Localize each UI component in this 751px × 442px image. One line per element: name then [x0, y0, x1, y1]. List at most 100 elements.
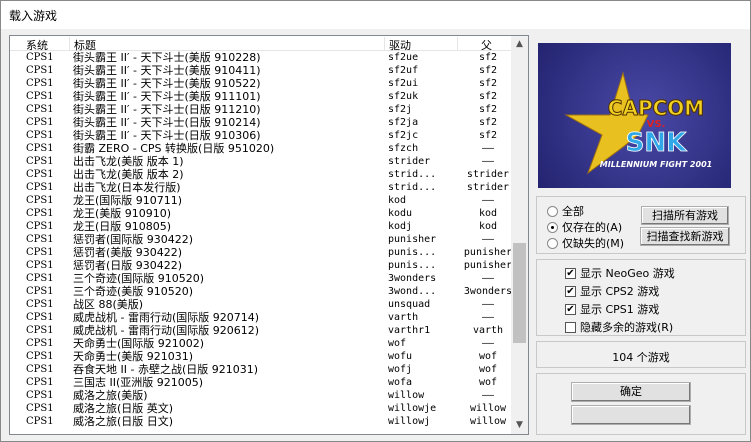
checkbox-hide-extra[interactable]: 隐藏多余的游戏(R) — [565, 319, 673, 335]
cell-parent: —— — [481, 156, 495, 167]
checkbox-cps1[interactable]: ✔ 显示 CPS1 游戏 — [565, 301, 659, 317]
game-list[interactable]: 系统 标题 驱动 父 CPS1 街头霸王 II′ - 天下斗士(美版 910228… — [9, 35, 529, 435]
radio-selected-icon[interactable] — [547, 221, 558, 233]
table-row[interactable]: CPS1 天命勇士(美版 921031) wofu wof — [10, 350, 512, 363]
checkbox-checked-icon[interactable]: ✔ — [565, 285, 576, 297]
cell-parent: sf2 — [478, 91, 498, 102]
cell-system: CPS1 — [26, 52, 54, 63]
column-title[interactable]: 标题 — [70, 37, 385, 52]
cell-driver: sf2uk — [388, 91, 419, 102]
load-game-dialog: 载入游戏 系统 标题 驱动 父 CPS1 街头霸王 II′ - 天下斗士(美版 9… — [0, 0, 751, 442]
table-row[interactable]: CPS1 战区 88(美版) unsquad —— — [10, 298, 512, 311]
table-row[interactable]: CPS1 街头霸王 II′ - 天下斗士(美版 910522) sf2ui sf2 — [10, 77, 512, 90]
table-row[interactable]: CPS1 龙王(美版 910910) kodu kod — [10, 207, 512, 220]
scroll-thumb[interactable] — [513, 243, 526, 344]
cell-system: CPS1 — [26, 416, 54, 427]
table-row[interactable]: CPS1 惩罚者(国际版 930422) punisher —— — [10, 233, 512, 246]
ok-button[interactable]: 确定 — [571, 382, 691, 402]
column-system[interactable]: 系统 — [10, 37, 70, 52]
table-row[interactable]: CPS1 吞食天地 II - 赤壁之战(日版 921031) wofj wof — [10, 363, 512, 376]
checkbox-label: 显示 NeoGeo 游戏 — [580, 267, 675, 280]
checkbox-checked-icon[interactable]: ✔ — [565, 303, 576, 315]
cell-driver: punis... — [388, 247, 437, 258]
checkbox-cps2[interactable]: ✔ 显示 CPS2 游戏 — [565, 283, 659, 299]
cell-system: CPS1 — [26, 195, 54, 206]
scan-all-button[interactable]: 扫描所有游戏 — [641, 206, 729, 225]
table-row[interactable]: CPS1 龙王(国际版 910711) kod —— — [10, 194, 512, 207]
table-row[interactable]: CPS1 龙王(日版 910805) kodj kod — [10, 220, 512, 233]
cell-parent: 3wonders — [463, 286, 513, 297]
cell-parent: sf2 — [478, 52, 498, 63]
cell-parent: —— — [481, 195, 495, 206]
table-row[interactable]: CPS1 街头霸王 II′ - 天下斗士(美版 910228) sf2ue sf2 — [10, 51, 512, 64]
table-row[interactable]: CPS1 威虎战机 - 雷雨行动(国际版 920714) varth —— — [10, 311, 512, 324]
cell-title: 街霸 ZERO - CPS 转换版(日版 951020) — [73, 142, 275, 155]
game-count-box: 104 个游戏 — [536, 341, 746, 368]
cell-parent: —— — [481, 338, 495, 349]
cell-driver: kodj — [388, 221, 413, 232]
radio-existing[interactable]: 仅存在的(A) — [547, 219, 622, 235]
table-row[interactable]: CPS1 街头霸王 II′ - 天下斗士(日版 910214) sf2ja sf2 — [10, 116, 512, 129]
cell-driver: unsquad — [388, 299, 431, 310]
cell-system: CPS1 — [26, 286, 54, 297]
radio-icon[interactable] — [547, 205, 558, 217]
table-row[interactable]: CPS1 街头霸王 II′ - 天下斗士(日版 910306) sf2jc sf2 — [10, 129, 512, 142]
table-row[interactable]: CPS1 三国志 II(亚洲版 921005) wofa wof — [10, 376, 512, 389]
table-row[interactable]: CPS1 出击飞龙(日本发行版) strid... strider — [10, 181, 512, 194]
radio-icon[interactable] — [547, 237, 558, 249]
table-row[interactable]: CPS1 街头霸王 II′ - 天下斗士(日版 911210) sf2j sf2 — [10, 103, 512, 116]
table-row[interactable]: CPS1 威虎战机 - 雷雨行动(国际版 920612) varthr1 varth — [10, 324, 512, 337]
cell-system: CPS1 — [26, 247, 54, 258]
table-row[interactable]: CPS1 三个奇迹(美版 910520) 3wond... 3wonders — [10, 285, 512, 298]
radio-all[interactable]: 全部 — [547, 203, 584, 219]
cell-title: 街头霸王 II′ - 天下斗士(日版 910306) — [73, 129, 261, 142]
table-row[interactable]: CPS1 出击飞龙(美版 版本 1) strider —— — [10, 155, 512, 168]
table-row[interactable]: CPS1 街霸 ZERO - CPS 转换版(日版 951020) sfzch —— — [10, 142, 512, 155]
checkbox-neogeo[interactable]: ✔ 显示 NeoGeo 游戏 — [565, 265, 675, 281]
table-row[interactable]: CPS1 威洛之旅(美版) willow —— — [10, 389, 512, 402]
table-row[interactable]: CPS1 街头霸王 II′ - 天下斗士(美版 910411) sf2uf sf2 — [10, 64, 512, 77]
cancel-button[interactable] — [571, 405, 691, 425]
table-row[interactable]: CPS1 出击飞龙(美版 版本 2) strid... strider — [10, 168, 512, 181]
checkbox-icon[interactable] — [565, 321, 576, 333]
cell-system: CPS1 — [26, 156, 54, 167]
table-row[interactable]: CPS1 天命勇士(国际版 921002) wof —— — [10, 337, 512, 350]
column-parent[interactable]: 父 — [458, 37, 512, 52]
cell-system: CPS1 — [26, 403, 54, 414]
cell-title: 街头霸王 II′ - 天下斗士(美版 910228) — [73, 51, 261, 64]
table-row[interactable]: CPS1 威洛之旅(日版 日文) willowj willow — [10, 415, 512, 428]
checkbox-label: 显示 CPS2 游戏 — [580, 285, 660, 298]
cell-title: 街头霸王 II′ - 天下斗士(美版 911101) — [73, 90, 261, 103]
cell-parent: kod — [478, 221, 498, 232]
table-row[interactable]: CPS1 惩罚者(日版 930422) punis... punisher — [10, 259, 512, 272]
column-driver[interactable]: 驱动 — [385, 37, 458, 52]
cell-system: CPS1 — [26, 351, 54, 362]
cell-title: 出击飞龙(美版 版本 2) — [73, 168, 184, 181]
table-row[interactable]: CPS1 惩罚者(美版 930422) punis... punisher — [10, 246, 512, 259]
table-row[interactable]: CPS1 街头霸王 II′ - 天下斗士(美版 911101) sf2uk sf2 — [10, 90, 512, 103]
table-row[interactable]: CPS1 三个奇迹(国际版 910520) 3wonders —— — [10, 272, 512, 285]
cell-parent: willow — [469, 403, 507, 414]
cell-title: 街头霸王 II′ - 天下斗士(美版 910522) — [73, 77, 261, 90]
cell-title: 威虎战机 - 雷雨行动(国际版 920714) — [73, 311, 260, 324]
scroll-down-icon[interactable]: ▼ — [511, 417, 528, 434]
cell-parent: sf2 — [478, 78, 498, 89]
radio-missing[interactable]: 仅缺失的(M) — [547, 235, 624, 251]
cell-driver: punis... — [388, 260, 437, 271]
cell-title: 街头霸王 II′ - 天下斗士(日版 910214) — [73, 116, 261, 129]
cell-system: CPS1 — [26, 299, 54, 310]
vertical-scrollbar[interactable]: ▲ ▼ — [511, 36, 528, 434]
capcom-vs-snk-logo: CAPCOM VS. SNK MILLENNIUM FIGHT 2001 — [564, 71, 712, 175]
svg-text:MILLENNIUM FIGHT 2001: MILLENNIUM FIGHT 2001 — [600, 160, 712, 169]
cell-title: 街头霸王 II′ - 天下斗士(美版 910411) — [73, 64, 261, 77]
cell-parent: wof — [478, 364, 498, 375]
cell-system: CPS1 — [26, 273, 54, 284]
table-row[interactable]: CPS1 威洛之旅(日版 英文) willowje willow — [10, 402, 512, 415]
scroll-up-icon[interactable]: ▲ — [511, 36, 528, 53]
cell-driver: willowj — [388, 416, 431, 427]
radio-existing-label: 仅存在的(A) — [562, 221, 623, 234]
cell-parent: varth — [472, 325, 504, 336]
checkbox-checked-icon[interactable]: ✔ — [565, 267, 576, 279]
scan-new-button[interactable]: 扫描查找新游戏 — [640, 227, 730, 246]
cell-title: 威洛之旅(美版) — [73, 389, 148, 402]
